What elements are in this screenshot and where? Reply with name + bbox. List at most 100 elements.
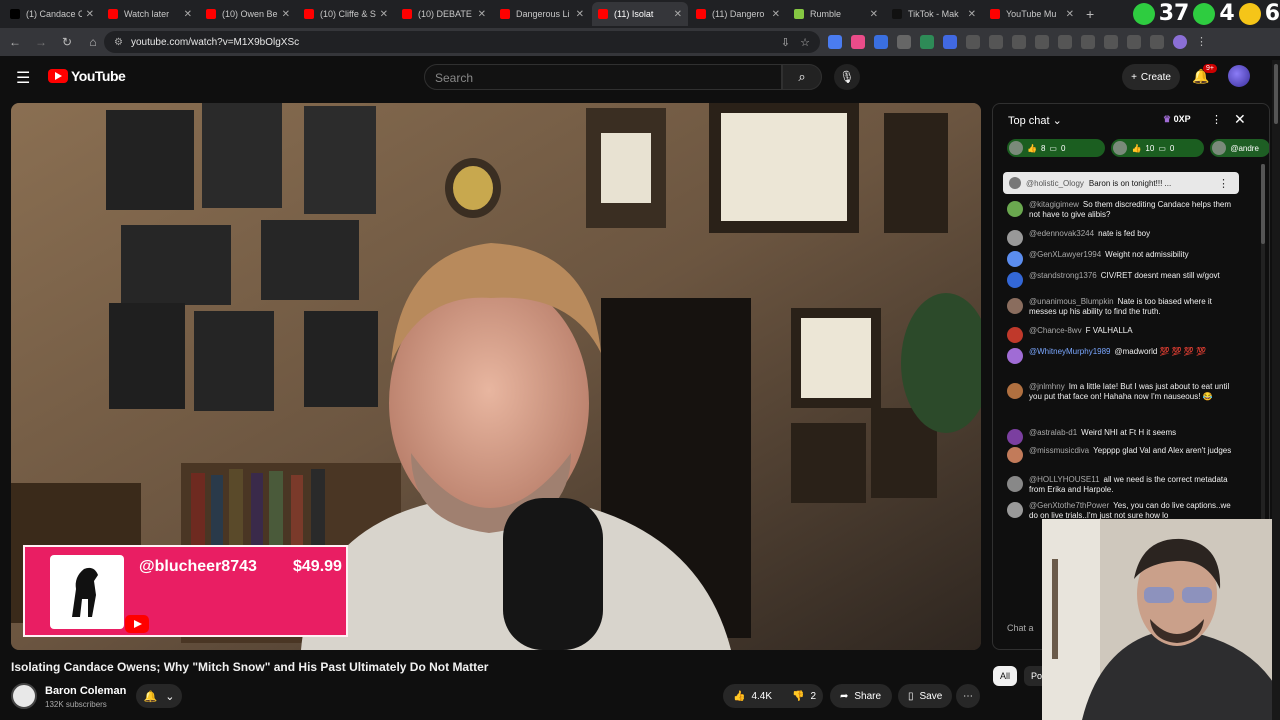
voice-search-button[interactable]: 🎙 [834,64,860,90]
forward-icon[interactable]: → [30,35,52,49]
close-tab-icon[interactable]: ✕ [674,9,682,20]
close-tab-icon[interactable]: ✕ [380,9,388,20]
extension-icon[interactable] [989,35,1003,49]
puzzle-icon[interactable] [1012,35,1026,49]
close-tab-icon[interactable]: ✕ [478,9,486,20]
thumbs-down-icon[interactable]: 👎 [792,691,804,702]
create-button[interactable]: + Create [1122,64,1180,90]
browser-tab[interactable]: Dangerous Li ✕ [494,2,590,26]
browser-tab[interactable]: (11) Dangero ✕ [690,2,786,26]
chat-message[interactable]: @astralab-d1 Weird NHI at Ft H it seems [1007,428,1237,446]
chat-author-name[interactable]: @standstrong1376 [1029,271,1097,280]
close-tab-icon[interactable]: ✕ [184,9,192,20]
browser-tab[interactable]: (11) Isolat ✕ [592,2,688,26]
extension-icon[interactable] [966,35,980,49]
chat-message[interactable]: @standstrong1376 CIV/RET doesnt mean stil… [1007,271,1237,297]
extension-icon[interactable] [1127,35,1141,49]
extension-icon[interactable] [828,35,842,49]
reload-icon[interactable]: ↻ [56,35,78,49]
extension-icon[interactable] [1058,35,1072,49]
chat-input[interactable]: Chat a [1007,623,1034,633]
chat-message[interactable]: @missmusicdiva Yepppp glad Val and Alex a… [1007,446,1237,475]
sidebar-icon[interactable] [1104,35,1118,49]
page-scrollbar[interactable] [1272,60,1280,720]
chat-message[interactable]: @HOLLYHOUSE11 all we need is the correct … [1007,475,1237,501]
extension-icon[interactable] [851,35,865,49]
close-tab-icon[interactable]: ✕ [576,9,584,20]
close-tab-icon[interactable]: ✕ [86,9,94,20]
top-chat-dropdown[interactable]: Top chat ⌄ [1008,114,1062,127]
chat-author-name[interactable]: @astralab-d1 [1029,428,1077,437]
chat-author-name[interactable]: @edennovak3244 [1029,229,1094,238]
account-avatar[interactable] [1228,65,1250,87]
pinned-menu-icon[interactable]: ⋮ [1218,177,1229,190]
like-count[interactable]: 4.4K [751,691,772,702]
chat-message[interactable]: @edennovak3244 nate is fed boy [1007,229,1237,250]
close-tab-icon[interactable]: ✕ [772,9,780,20]
site-info-icon[interactable]: ⚙ [114,37,123,48]
search-button[interactable]: ⌕ [782,64,822,90]
chat-author-name[interactable]: @missmusicdiva [1029,446,1089,455]
share-button[interactable]: ➦ Share [830,684,892,708]
close-tab-icon[interactable]: ✕ [968,9,976,20]
close-tab-icon[interactable]: ✕ [1066,9,1074,20]
back-icon[interactable]: ← [4,35,26,49]
chat-author-name[interactable]: @unanimous_Blumpkin [1029,297,1114,306]
chat-author-name[interactable]: @Chance-8wv [1029,326,1082,335]
chat-message[interactable]: @jnlmhny Im a little late! But I was just… [1007,382,1237,428]
extension-icon[interactable] [897,35,911,49]
chat-message[interactable]: @Chance-8wv F VALHALLA [1007,326,1237,347]
chat-author-name[interactable]: @kitagigimew [1029,200,1079,209]
browser-tab[interactable]: (10) DEBATE ✕ [396,2,492,26]
menu-hamburger-icon[interactable]: ☰ [16,68,30,88]
browser-tab[interactable]: (10) Cliffe & S ✕ [298,2,394,26]
browser-tab[interactable]: Watch later ✕ [102,2,198,26]
browser-tab[interactable]: TikTok - Mak ✕ [886,2,982,26]
address-bar[interactable]: ⚙ youtube.com/watch?v=M1X9bOlgXSc ⇩ ☆ [104,31,820,53]
chat-message[interactable]: @kitagigimew So them discrediting Candace… [1007,200,1237,229]
ticker-item[interactable]: 👍 8 ▭ 0 [1007,139,1106,157]
chat-author-name[interactable]: @HOLLYHOUSE11 [1029,475,1100,484]
youtube-logo[interactable]: YouTube [48,68,126,84]
chat-author-name[interactable]: @GenXtothe7thPower [1029,501,1109,510]
chat-message[interactable]: @unanimous_Blumpkin Nate is too biased wh… [1007,297,1237,326]
extension-icon[interactable] [874,35,888,49]
more-actions-button[interactable]: ⋯ [956,684,980,708]
new-tab-button[interactable]: + [1086,6,1102,22]
extension-icon[interactable] [943,35,957,49]
browser-tab[interactable]: (1) Candace C ✕ [4,2,100,26]
pinned-message[interactable]: @holistic_Ology Baron is on tonight!!! .… [1003,172,1239,194]
search-input[interactable]: Search [424,64,782,90]
chat-author-name[interactable]: @jnlmhny [1029,382,1065,391]
video-player[interactable]: @blucheer8743 $49.99 [11,103,981,650]
home-icon[interactable]: ⌂ [82,35,104,49]
dislike-count[interactable]: 2 [810,691,816,702]
browser-menu-icon[interactable]: ⋮ [1196,35,1210,49]
code-icon[interactable] [1081,35,1095,49]
chat-author-name[interactable]: @GenXLawyer1994 [1029,250,1101,259]
channel-name[interactable]: Baron Coleman [45,685,126,697]
history-icon[interactable] [1035,35,1049,49]
close-chat-icon[interactable]: ✕ [1234,111,1246,128]
save-button[interactable]: ▯ Save [898,684,952,708]
chat-menu-icon[interactable]: ⋮ [1211,113,1222,126]
browser-tab[interactable]: YouTube Mu ✕ [984,2,1080,26]
chat-author-name[interactable]: @WhitneyMurphy1989 [1029,347,1111,356]
filter-chip-all[interactable]: All [993,666,1017,686]
profile-avatar[interactable] [1173,35,1187,49]
channel-avatar[interactable] [11,683,37,709]
chat-message[interactable]: @GenXLawyer1994 Weight not admissibility [1007,250,1237,271]
close-tab-icon[interactable]: ✕ [282,9,290,20]
page-scroll-thumb[interactable] [1274,64,1278,124]
chat-message[interactable]: @WhitneyMurphy1989 @madworld 💯 💯 💯 💯 [1007,347,1237,382]
thumbs-up-icon[interactable]: 👍 [733,691,745,702]
ticker-item[interactable]: @andre [1210,139,1269,157]
ticker-item[interactable]: 👍 10 ▭ 0 [1111,139,1205,157]
xp-badge[interactable]: ♛ 0XP [1163,114,1191,125]
downloads-icon[interactable] [1150,35,1164,49]
bookmark-star-icon[interactable]: ☆ [800,36,810,49]
browser-tab[interactable]: Rumble ✕ [788,2,884,26]
chat-scroll-thumb[interactable] [1261,164,1265,244]
subscription-bell-button[interactable]: 🔔 ⌄ [136,684,182,708]
extension-icon[interactable] [920,35,934,49]
